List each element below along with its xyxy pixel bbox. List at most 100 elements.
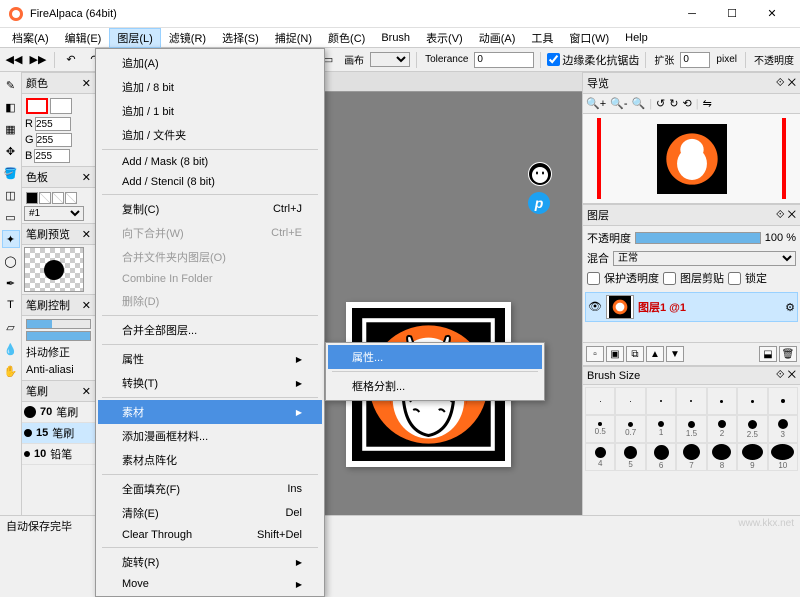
menu-anim[interactable]: 动画(A) (471, 28, 524, 48)
nav-prev-button[interactable]: ◀◀ (4, 51, 24, 69)
palette-select[interactable]: #1 (24, 206, 84, 221)
hand-tool[interactable]: ✋ (2, 362, 20, 380)
move-tool[interactable]: ✥ (2, 142, 20, 160)
menu-select[interactable]: 选择(S) (214, 28, 267, 48)
duplicate-layer-button[interactable]: ⧉ (626, 346, 644, 362)
layer-visibility-icon[interactable]: 👁 (588, 300, 602, 314)
brush-tool[interactable]: ✎ (2, 76, 20, 94)
bg-color-swatch[interactable] (50, 98, 72, 114)
expand-input[interactable] (680, 52, 710, 68)
menu-item[interactable]: 全面填充(F)Ins (98, 477, 322, 501)
new-folder-button[interactable]: ▣ (606, 346, 624, 362)
layer-up-button[interactable]: ▲ (646, 346, 664, 362)
panel-actions[interactable]: ⟐ ✕ (776, 209, 796, 222)
brush-list-item[interactable]: 10铅笔 (22, 444, 95, 465)
new-layer-button[interactable]: ▫ (586, 346, 604, 362)
brush-size-cell[interactable]: 8 (707, 443, 737, 471)
menu-layer[interactable]: 图层(L) (109, 28, 160, 48)
palette-cell[interactable] (39, 192, 51, 204)
wand-tool[interactable]: ✦ (2, 230, 20, 248)
layer-gear-icon[interactable]: ⚙ (785, 301, 795, 314)
panel-close-icon[interactable]: ✕ (82, 228, 91, 241)
eraser-tool[interactable]: ◧ (2, 98, 20, 116)
menu-window[interactable]: 窗口(W) (561, 28, 617, 48)
brush-list-item[interactable]: 70笔刷 (22, 402, 95, 423)
nav-next-button[interactable]: ▶▶ (28, 51, 48, 69)
brush-size-cell[interactable] (646, 387, 676, 415)
brush-size-cell[interactable]: 0.7 (615, 415, 645, 443)
b-input[interactable] (34, 149, 70, 163)
brush-size-cell[interactable]: 6 (646, 443, 676, 471)
protect-alpha-checkbox[interactable] (587, 272, 600, 285)
clip-checkbox[interactable] (663, 272, 676, 285)
minimize-button[interactable]: ─ (672, 0, 712, 28)
zoom-in-icon[interactable]: 🔍+ (586, 97, 606, 110)
submenu-item[interactable]: 属性... (328, 345, 542, 369)
brush-size-slider[interactable] (26, 319, 91, 329)
brush-list-item[interactable]: 15笔刷 (22, 423, 95, 444)
menu-brush[interactable]: Brush (373, 30, 418, 46)
brush-size-cell[interactable]: 1 (646, 415, 676, 443)
panel-actions[interactable]: ⟐ ✕ (776, 369, 796, 382)
palette-cell[interactable] (65, 192, 77, 204)
brush-size-cell[interactable] (676, 387, 706, 415)
brush-size-cell[interactable] (615, 387, 645, 415)
pen-tool[interactable]: ✒ (2, 274, 20, 292)
menu-item[interactable]: 转换(T)▶ (98, 371, 322, 395)
brush-size-cell[interactable]: 9 (737, 443, 767, 471)
menu-filter[interactable]: 滤镜(R) (161, 28, 214, 48)
rotate-cw-icon[interactable]: ↻ (669, 97, 678, 110)
brush-size-cell[interactable]: 4 (585, 443, 615, 471)
shape-tool[interactable]: ▱ (2, 318, 20, 336)
lock-checkbox[interactable] (728, 272, 741, 285)
submenu-item[interactable]: 框格分割... (328, 374, 542, 398)
menu-color[interactable]: 颜色(C) (320, 28, 373, 48)
panel-close-icon[interactable]: ✕ (82, 77, 91, 90)
menu-item[interactable]: Move▶ (98, 574, 322, 594)
tolerance-input[interactable] (474, 52, 534, 68)
brush-size-cell[interactable]: 5 (615, 443, 645, 471)
zoom-fit-icon[interactable]: 🔍 (631, 97, 645, 110)
menu-item[interactable]: 添加漫画框材料... (98, 424, 322, 448)
menu-item[interactable]: 追加(A) (98, 51, 322, 75)
palette-cell[interactable] (26, 192, 38, 204)
eyedropper-tool[interactable]: 💧 (2, 340, 20, 358)
menu-item[interactable]: 合并全部图层... (98, 318, 322, 342)
layer-opacity-slider[interactable] (635, 232, 761, 244)
menu-item[interactable]: 追加 / 1 bit (98, 99, 322, 123)
brush-size-cell[interactable]: 3 (768, 415, 798, 443)
brush-size-cell[interactable]: 10 (768, 443, 798, 471)
brush-size-cell[interactable]: 2 (707, 415, 737, 443)
menu-item[interactable]: 清除(E)Del (98, 501, 322, 525)
fill-tool[interactable]: 🪣 (2, 164, 20, 182)
panel-close-icon[interactable]: ✕ (82, 299, 91, 312)
menu-item[interactable]: Add / Stencil (8 bit) (98, 172, 322, 192)
menu-item[interactable]: 追加 / 8 bit (98, 75, 322, 99)
menu-file[interactable]: 档案(A) (4, 28, 57, 48)
canvas-select[interactable] (370, 52, 410, 67)
layer-item[interactable]: 👁 图层1 @1 ⚙ (585, 292, 798, 322)
menu-item[interactable]: Add / Mask (8 bit) (98, 152, 322, 172)
brush-size-cell[interactable] (768, 387, 798, 415)
brush-size-cell[interactable]: 1.5 (676, 415, 706, 443)
menu-item[interactable]: 旋转(R)▶ (98, 550, 322, 574)
gradient-tool[interactable]: ◫ (2, 186, 20, 204)
brush-size-cell[interactable]: 7 (676, 443, 706, 471)
brush-size-cell[interactable] (707, 387, 737, 415)
flip-icon[interactable]: ⇋ (703, 97, 712, 110)
menu-view[interactable]: 表示(V) (418, 28, 471, 48)
nav-preview[interactable] (583, 114, 800, 204)
delete-layer-button[interactable]: 🗑 (779, 346, 797, 362)
brush-opacity-slider[interactable] (26, 331, 91, 341)
select-tool[interactable]: ▭ (2, 208, 20, 226)
zoom-out-icon[interactable]: 🔍- (610, 97, 627, 110)
alpaca-avatar-icon[interactable] (528, 162, 552, 186)
panel-close-icon[interactable]: ✕ (82, 171, 91, 184)
brush-size-cell[interactable]: 0.5 (585, 415, 615, 443)
menu-item[interactable]: 复制(C)Ctrl+J (98, 197, 322, 221)
menu-item[interactable]: 属性▶ (98, 347, 322, 371)
maximize-button[interactable]: ☐ (712, 0, 752, 28)
fg-color-swatch[interactable] (26, 98, 48, 114)
menu-tools[interactable]: 工具 (523, 28, 561, 48)
menu-edit[interactable]: 编辑(E) (57, 28, 110, 48)
